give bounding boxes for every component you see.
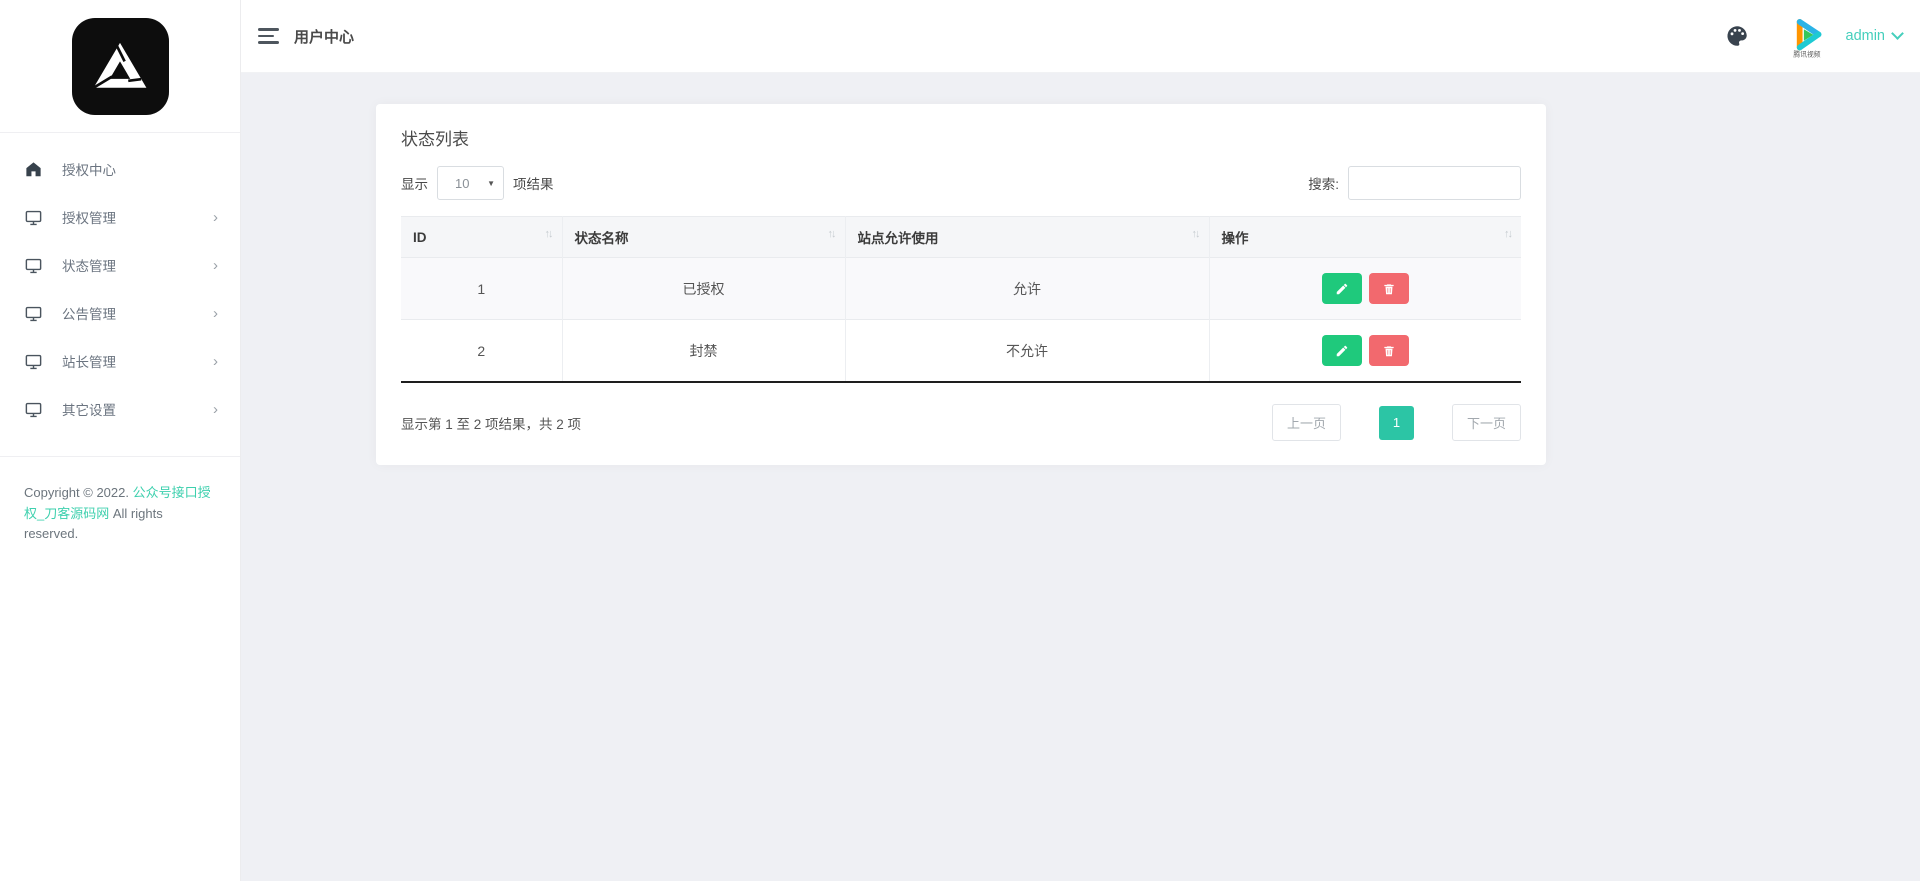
prev-page-button[interactable]: 上一页	[1272, 404, 1341, 441]
pagination: 上一页 1 下一页	[1272, 404, 1521, 441]
app-logo[interactable]	[72, 18, 169, 115]
status-table: ID↑↓ 状态名称↑↓ 站点允许使用↑↓ 操作↑↓ 1 已授权 允许	[401, 216, 1521, 383]
sidebar-item-label: 公告管理	[62, 303, 213, 323]
topbar: 用户中心 腾讯视频 admin	[241, 0, 1920, 73]
header-site-allow[interactable]: 站点允许使用↑↓	[845, 217, 1209, 258]
page-title: 用户中心	[294, 26, 354, 47]
cell-status-name: 封禁	[562, 320, 845, 383]
tencent-video-logo-icon: 腾讯视频	[1784, 13, 1830, 59]
sidebar: 授权中心 授权管理 › 状态管理 › 公告管理 ›	[0, 0, 241, 881]
monitor-icon	[24, 352, 43, 371]
table-row: 2 封禁 不允许	[401, 320, 1521, 383]
sort-icon: ↑↓	[1504, 228, 1511, 240]
sidebar-item-label: 授权管理	[62, 207, 213, 227]
table-info: 显示第 1 至 2 项结果，共 2 项	[401, 413, 581, 433]
sidebar-item-other-settings[interactable]: 其它设置 ›	[0, 385, 240, 433]
sidebar-item-webmaster-manage[interactable]: 站长管理 ›	[0, 337, 240, 385]
monitor-icon	[24, 304, 43, 323]
monitor-icon	[24, 208, 43, 227]
search-input[interactable]	[1348, 166, 1521, 200]
chevron-right-icon: ›	[213, 306, 218, 321]
header-actions[interactable]: 操作↑↓	[1209, 217, 1521, 258]
sidebar-item-status-manage[interactable]: 状态管理 ›	[0, 241, 240, 289]
page-length-select[interactable]: 10 ▼	[437, 166, 504, 200]
edit-button[interactable]	[1322, 335, 1362, 366]
trash-icon	[1382, 282, 1396, 296]
chevron-right-icon: ›	[213, 258, 218, 273]
palette-icon	[1724, 23, 1750, 49]
sidebar-menu: 授权中心 授权管理 › 状态管理 › 公告管理 ›	[0, 133, 240, 433]
sidebar-item-announce-manage[interactable]: 公告管理 ›	[0, 289, 240, 337]
cell-id: 2	[401, 320, 562, 383]
cell-actions	[1209, 320, 1521, 383]
table-row: 1 已授权 允许	[401, 258, 1521, 320]
next-page-button[interactable]: 下一页	[1452, 404, 1521, 441]
header-status-name[interactable]: 状态名称↑↓	[562, 217, 845, 258]
sort-icon: ↑↓	[828, 228, 835, 240]
length-value: 10	[455, 176, 469, 191]
length-suffix-label: 项结果	[513, 173, 554, 193]
chevron-right-icon: ›	[213, 402, 218, 417]
cell-site-allow: 不允许	[845, 320, 1209, 383]
cell-status-name: 已授权	[562, 258, 845, 320]
page-length-control: 显示 10 ▼ 项结果	[401, 166, 554, 200]
cell-actions	[1209, 258, 1521, 320]
length-prefix-label: 显示	[401, 173, 428, 193]
header-id[interactable]: ID↑↓	[401, 217, 562, 258]
theme-palette-button[interactable]	[1724, 23, 1750, 49]
cell-id: 1	[401, 258, 562, 320]
search-label: 搜索:	[1308, 173, 1339, 193]
trash-icon	[1382, 344, 1396, 358]
logo-container	[0, 0, 240, 133]
sidebar-item-label: 状态管理	[62, 255, 213, 275]
sidebar-item-label: 站长管理	[62, 351, 213, 371]
search-control: 搜索:	[1308, 166, 1521, 200]
current-page-button[interactable]: 1	[1379, 406, 1414, 440]
sort-icon: ↑↓	[545, 228, 552, 240]
chevron-down-icon	[1891, 27, 1904, 40]
sidebar-item-label: 其它设置	[62, 399, 213, 419]
edit-button[interactable]	[1322, 273, 1362, 304]
delete-button[interactable]	[1369, 335, 1409, 366]
monitor-icon	[24, 400, 43, 419]
sidebar-item-auth-center[interactable]: 授权中心	[0, 145, 240, 193]
home-icon	[24, 160, 43, 179]
user-menu-dropdown[interactable]: admin	[1846, 28, 1903, 44]
sidebar-item-auth-manage[interactable]: 授权管理 ›	[0, 193, 240, 241]
chevron-right-icon: ›	[213, 354, 218, 369]
status-list-card: 状态列表 显示 10 ▼ 项结果 搜索: ID↑↓ 状态名称↑↓	[376, 104, 1546, 465]
user-avatar[interactable]: 腾讯视频	[1784, 13, 1830, 59]
sidebar-toggle-button[interactable]	[258, 24, 279, 48]
delete-button[interactable]	[1369, 273, 1409, 304]
card-title: 状态列表	[401, 125, 1521, 150]
avatar-caption: 腾讯视频	[1793, 49, 1820, 58]
username: admin	[1846, 28, 1886, 44]
pencil-icon	[1335, 344, 1349, 358]
select-arrow-icon: ▼	[487, 179, 495, 188]
sort-icon: ↑↓	[1192, 228, 1199, 240]
chevron-right-icon: ›	[213, 210, 218, 225]
cell-site-allow: 允许	[845, 258, 1209, 320]
drive-logo-icon	[87, 33, 153, 99]
table-header-row: ID↑↓ 状态名称↑↓ 站点允许使用↑↓ 操作↑↓	[401, 217, 1521, 258]
copyright-text: Copyright © 2022. 公众号接口授权_刀客源码网 All righ…	[0, 457, 240, 545]
copyright-prefix: Copyright © 2022.	[24, 485, 133, 500]
pencil-icon	[1335, 282, 1349, 296]
monitor-icon	[24, 256, 43, 275]
main-content: 状态列表 显示 10 ▼ 项结果 搜索: ID↑↓ 状态名称↑↓	[241, 73, 1920, 881]
sidebar-item-label: 授权中心	[62, 159, 218, 179]
